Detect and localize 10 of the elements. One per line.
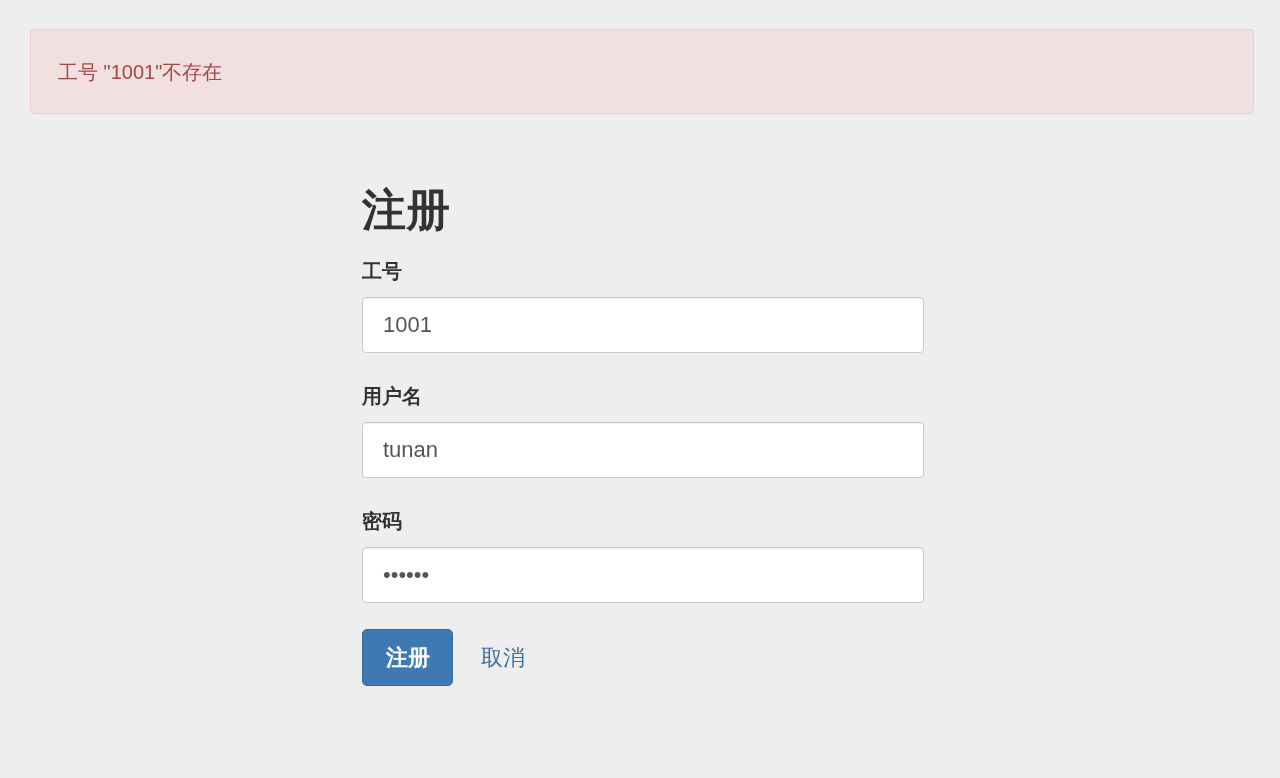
field-label: 用户名 [362, 384, 422, 409]
input-field[interactable]: •••••• [362, 547, 924, 603]
cancel-link[interactable]: 取消 [469, 636, 537, 679]
field-label: 工号 [362, 259, 402, 284]
input-field[interactable]: 1001 [362, 297, 924, 353]
form-title: 注册 [362, 186, 451, 234]
field-label: 密码 [362, 509, 402, 534]
register-button[interactable]: 注册 [362, 629, 453, 686]
error-message: 工号 "1001"不存在 [58, 59, 223, 85]
input-field[interactable]: tunan [362, 422, 924, 478]
